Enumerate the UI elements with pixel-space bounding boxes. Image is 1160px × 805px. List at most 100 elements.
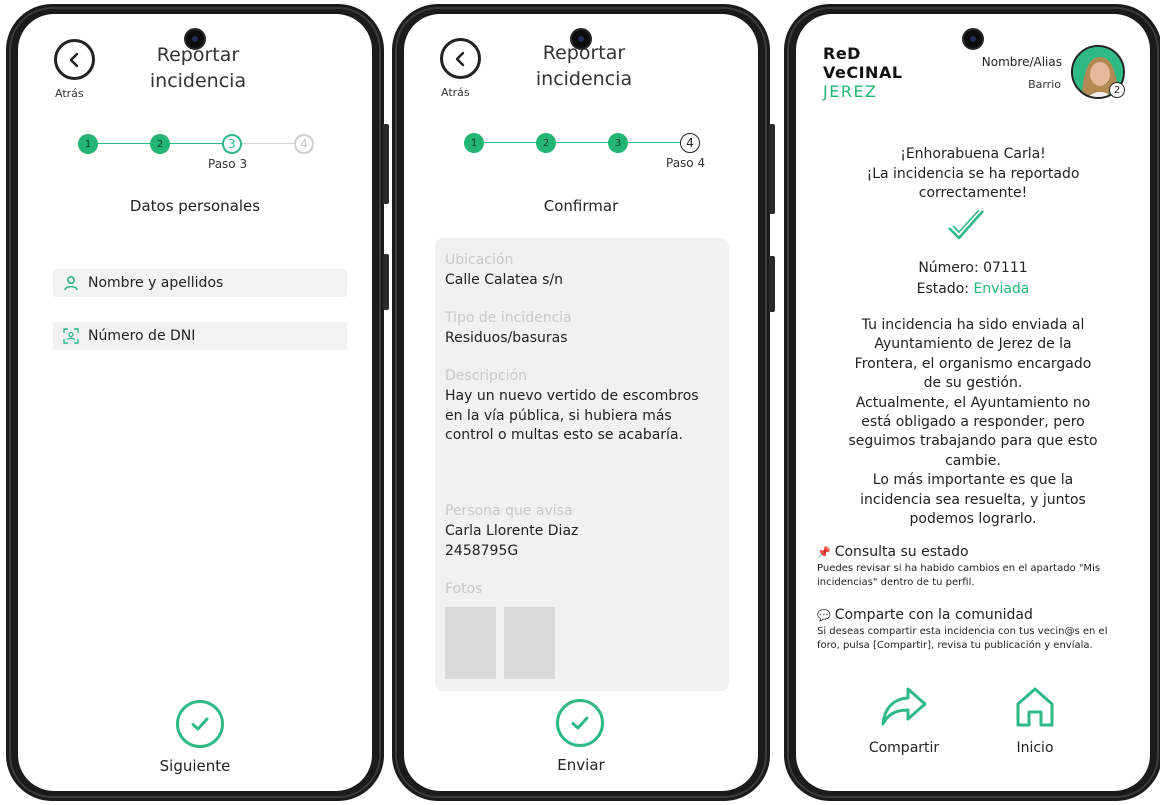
section-heading: Confirmar [543,197,619,215]
check-icon [571,716,589,730]
dni-field-placeholder: Número de DNI [88,328,196,344]
pushpin-icon: 📌 [817,545,831,559]
step-4: 4 [294,134,314,154]
brand-line1: ReD [823,44,861,63]
power-button [769,256,775,312]
screen-success: ReD VeCINAL JEREZ Nombre/Alias Barrio 2 … [796,14,1150,791]
tip-status-text: Puedes revisar si ha habido cambios en e… [817,563,1101,588]
location-value: Calle Calatea s/n [445,272,564,288]
page-title-line2: incidencia [535,68,633,90]
step-1: 1 [78,134,98,154]
front-camera [962,28,984,50]
description-value: Hay un nuevo vertido de escombros en la … [445,388,699,443]
step-3: 3 [608,133,628,153]
home-button[interactable]: Inicio [985,686,1085,756]
step-connector-done [474,142,690,143]
brand-line3: JEREZ [823,82,878,101]
share-button[interactable]: Compartir [854,686,954,756]
page-title: Reportar incidencia [108,42,288,94]
avatar-badge: 2 [1109,82,1125,98]
body-line: cambie. [945,452,1001,469]
next-label[interactable]: Siguiente [18,757,372,775]
success-message: ¡Enhorabuena Carla! ¡La incidencia se ha… [806,145,1140,204]
step-3: 3 [222,134,242,154]
speech-bubble-icon: 💬 [817,608,831,622]
id-scan-icon [63,328,79,344]
page-title-line2: incidencia [149,70,247,92]
power-button [383,254,389,310]
screen-personal-data: Atrás Reportar incidencia 1 2 3 4 Paso 3… [18,14,372,791]
phone-frame-success: ReD VeCINAL JEREZ Nombre/Alias Barrio 2 … [784,4,1160,801]
photo-thumbnail[interactable] [445,607,496,679]
phone-frame-step3: Atrás Reportar incidencia 1 2 3 4 Paso 3… [6,4,389,801]
congrats-line: correctamente! [918,185,1028,201]
step-2: 2 [536,133,556,153]
back-button[interactable] [54,39,95,80]
brand-logo: ReD VeCINAL JEREZ [823,44,913,101]
send-button[interactable] [556,699,604,747]
reporter-dni: 2458795G [445,543,519,559]
brand-line2: VeCINAL [823,63,903,82]
home-label: Inicio [1016,740,1054,756]
volume-button [769,124,775,214]
reporter-label: Persona que avisa [445,503,573,519]
congrats-line: ¡La incidencia se ha reportado [866,165,1080,182]
step-4: 4 [680,133,700,153]
step-caption: Paso 4 [666,156,706,170]
back-label: Atrás [55,87,84,100]
reporter-name: Carla Llorente Diaz [445,523,579,539]
share-arrow-icon [881,687,927,726]
section-heading: Datos personales [129,197,261,215]
check-icon [191,717,209,731]
body-line: Tu incidencia ha sido enviada al [861,317,1085,333]
type-value: Residuos/basuras [445,330,568,346]
front-camera [184,28,206,50]
body-line: Frontera, el organismo encargado [854,355,1092,372]
step-2: 2 [150,134,170,154]
step-1: 1 [464,133,484,153]
progress-stepper: 1 2 3 4 [464,133,704,153]
status-label: Estado: [916,281,969,297]
incident-number: Número: 07111 [918,260,1028,276]
congrats-line: ¡Enhorabuena Carla! [900,146,1046,162]
body-line: está obligado a responder, pero [861,414,1085,431]
location-label: Ubicación [445,252,514,268]
user-icon [64,275,78,291]
name-field-placeholder: Nombre y apellidos [88,275,224,291]
tip-share-title: 💬 Comparte con la comunidad [817,607,1033,623]
body-line: podemos lograrlo. [909,511,1037,528]
body-line: incidencia sea resuelta, y juntos [860,491,1086,508]
photos-label: Fotos [445,581,483,597]
chevron-left-icon [69,52,78,67]
phone-frame-step4: Atrás Reportar incidencia 1 2 3 4 Paso 4… [392,4,775,801]
user-name[interactable]: Nombre/Alias [982,55,1062,69]
tip-share-text: Si deseas compartir esta incidencia con … [817,626,1108,651]
body-line: Actualmente, el Ayuntamiento no [855,394,1091,411]
send-label[interactable]: Enviar [404,756,758,774]
body-line: seguimos trabajando para que esto [848,433,1098,450]
share-label: Compartir [868,740,940,756]
back-button[interactable] [440,38,481,79]
tip-share-label: Comparte con la comunidad [834,607,1033,623]
name-field[interactable]: Nombre y apellidos [53,269,347,297]
step-caption: Paso 3 [208,157,248,171]
incident-status: Estado: Enviada [796,281,1150,297]
body-line: de su gestión. [923,375,1023,392]
back-label: Atrás [441,86,470,99]
status-badge: Enviada [973,281,1030,297]
user-barrio: Barrio [1028,78,1061,91]
screen-confirm: Atrás Reportar incidencia 1 2 3 4 Paso 4… [404,14,758,791]
volume-button [383,124,389,204]
next-button[interactable] [176,700,224,748]
tip-status-title: 📌 Consulta su estado [817,544,969,560]
home-icon [1016,687,1054,727]
tip-status-label: Consulta su estado [834,544,969,560]
dni-field[interactable]: Número de DNI [53,322,347,350]
description-label: Descripción [445,368,527,384]
info-paragraph: Tu incidencia ha sido enviada al Ayuntam… [808,316,1138,529]
checkmark-icon [948,209,984,240]
photo-thumbnail[interactable] [504,607,555,679]
type-label: Tipo de incidencia [445,310,572,326]
chevron-left-icon [455,51,464,66]
body-line: Lo más importante es que la [872,472,1074,489]
